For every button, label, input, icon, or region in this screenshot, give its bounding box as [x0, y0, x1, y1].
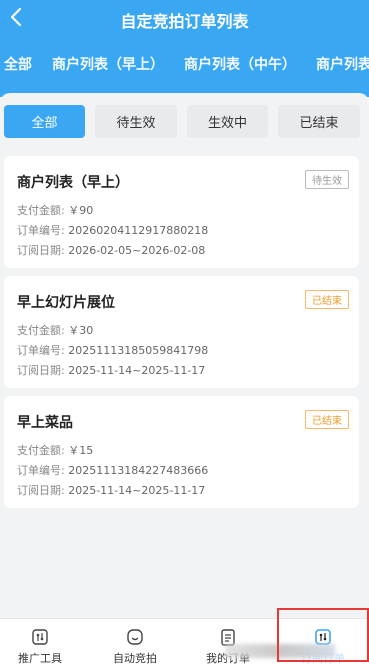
tab-all[interactable]: 全部: [4, 54, 32, 74]
status-badge: 已结束: [305, 290, 349, 309]
header-bar: 自定竞拍订单列表 全部 商户列表（早上） 商户列表（中午） 商户列表: [0, 0, 369, 97]
tab-morning[interactable]: 商户列表（早上）: [52, 54, 164, 74]
status-badge: 待生效: [305, 170, 349, 189]
filter-active[interactable]: 生效中: [187, 105, 268, 138]
order-title: 早上幻灯片展位: [17, 295, 115, 311]
filter-pending[interactable]: 待生效: [95, 105, 177, 138]
status-badge: 已结束: [305, 410, 349, 429]
date-row: 订阅日期: 2026-02-05~2026-02-08: [17, 244, 206, 257]
order-card[interactable]: 早上菜品 已结束 支付金额: ￥15 订单编号: 202511131842274…: [4, 396, 359, 508]
amount-row: 支付金额: ￥30: [17, 324, 94, 337]
amount-row: 支付金额: ￥90: [17, 204, 94, 217]
category-tabs: 全部 商户列表（早上） 商户列表（中午） 商户列表: [0, 50, 369, 80]
order-number-row: 订单编号: 20260204112917880218: [17, 224, 209, 237]
smile-icon: [127, 629, 143, 645]
date-row: 订阅日期: 2025-11-14~2025-11-17: [17, 364, 206, 377]
order-card[interactable]: 早上幻灯片展位 已结束 支付金额: ￥30 订单编号: 202511131850…: [4, 276, 359, 388]
nav-promo-tools[interactable]: 推广工具: [0, 627, 80, 666]
amount-row: 支付金额: ￥15: [17, 444, 94, 457]
highlight-box: [277, 608, 369, 662]
order-title: 商户列表（早上）: [17, 175, 129, 191]
status-filter-bar: 全部 待生效 生效中 已结束: [4, 105, 365, 138]
tab-merchant[interactable]: 商户列表: [316, 54, 369, 74]
order-card[interactable]: 商户列表（早上） 待生效 支付金额: ￥90 订单编号: 20260204112…: [4, 156, 359, 268]
nav-auto-bid[interactable]: 自动竞拍: [95, 627, 175, 666]
toolbox-icon: [32, 629, 48, 645]
page-title: 自定竞拍订单列表: [120, 12, 249, 31]
order-number-row: 订单编号: 20251113184227483666: [17, 464, 209, 477]
order-title: 早上菜品: [17, 415, 73, 431]
tab-noon[interactable]: 商户列表（中午）: [184, 54, 296, 74]
filter-ended[interactable]: 已结束: [278, 105, 360, 138]
order-number-row: 订单编号: 20251113185059841798: [17, 344, 209, 357]
filter-all[interactable]: 全部: [4, 105, 85, 138]
date-row: 订阅日期: 2025-11-14~2025-11-17: [17, 484, 206, 497]
order-list-panel: 全部 待生效 生效中 已结束 商户列表（早上） 待生效 支付金额: ￥90 订单…: [0, 93, 369, 618]
